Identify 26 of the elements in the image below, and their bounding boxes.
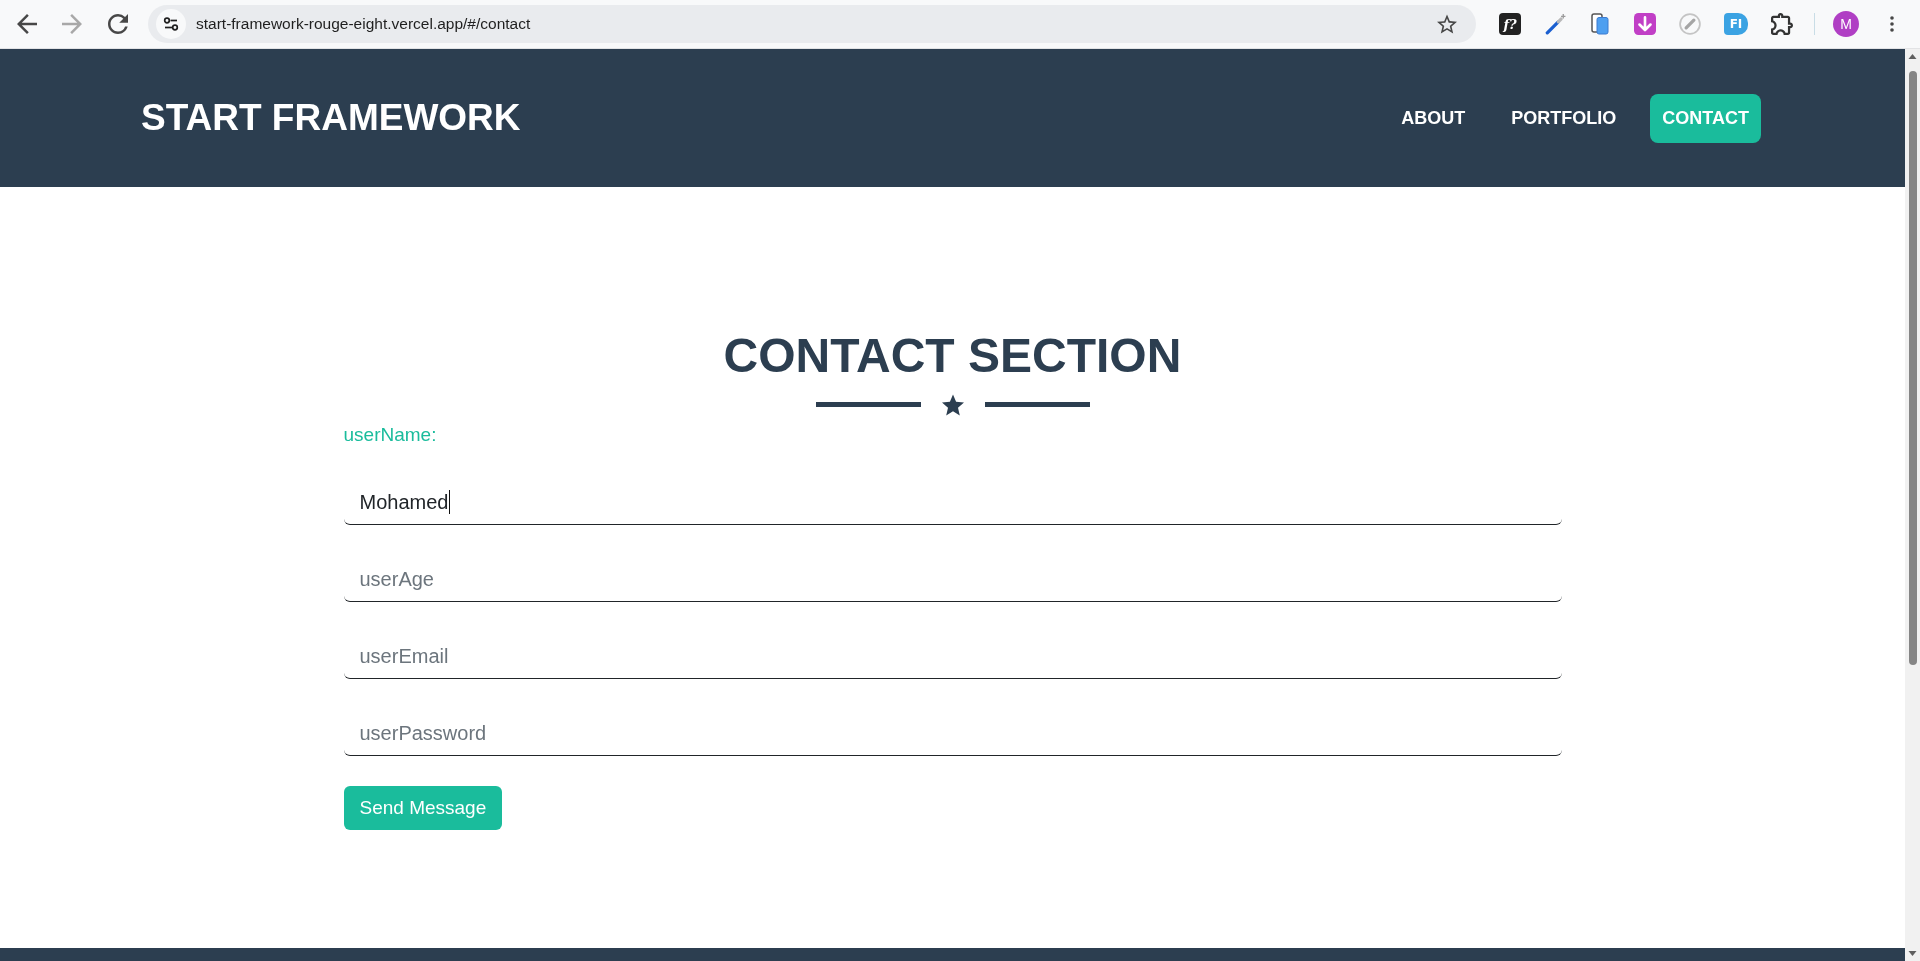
reload-icon[interactable] xyxy=(108,14,128,34)
extension-button[interactable]: f? xyxy=(1499,13,1521,35)
brand-title[interactable]: START FRAMEWORK xyxy=(141,97,521,139)
more-menu-icon[interactable] xyxy=(1890,16,1894,32)
phone-icon[interactable] xyxy=(1589,13,1611,35)
profile-avatar[interactable]: M xyxy=(1833,11,1859,37)
back-arrow-icon[interactable] xyxy=(17,14,37,34)
site-settings-icon[interactable] xyxy=(156,9,186,39)
input-field[interactable]: Mohamed xyxy=(343,480,1562,526)
input-field[interactable]: userEmail xyxy=(343,634,1562,680)
scrollbar-thumb[interactable] xyxy=(1908,71,1917,665)
text-cursor-icon xyxy=(449,490,451,515)
nav-link[interactable]: PORTFOLIO xyxy=(1499,93,1629,143)
address-bar[interactable]: start-framework-rouge-eight.vercel.app/#/contact xyxy=(148,5,1476,43)
scrollbar[interactable] xyxy=(1905,49,1920,961)
input-field[interactable]: userPassword xyxy=(343,711,1562,757)
download-icon[interactable] xyxy=(1634,13,1656,35)
puzzle-icon[interactable] xyxy=(1771,13,1793,35)
pen-icon[interactable] xyxy=(1544,13,1566,35)
input-field[interactable]: userAge xyxy=(343,557,1562,603)
star-icon xyxy=(941,393,964,416)
bookmark-star-icon[interactable] xyxy=(1437,14,1457,34)
extension-button[interactable]: FI xyxy=(1724,13,1748,35)
nav-link[interactable]: ABOUT xyxy=(1389,93,1478,143)
field-label: userName: xyxy=(343,423,438,447)
section-title: CONTACT SECTION xyxy=(722,328,1183,384)
